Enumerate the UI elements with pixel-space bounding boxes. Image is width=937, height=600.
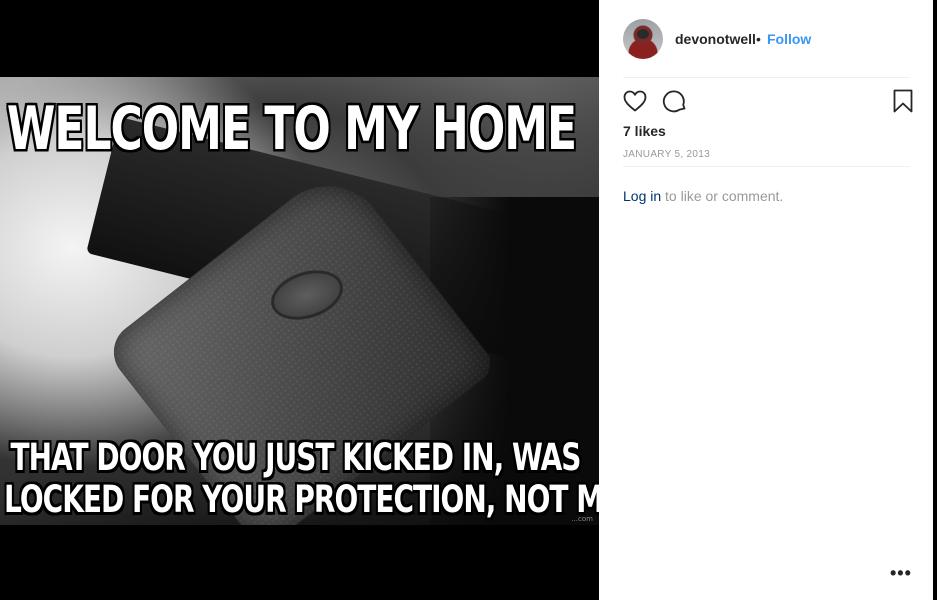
post-date: JANUARY 5, 2013 <box>623 149 710 160</box>
post-media-column: WELCOME TO MY HOME THAT DOOR YOU JUST KI… <box>0 0 599 600</box>
post-image[interactable]: WELCOME TO MY HOME THAT DOOR YOU JUST KI… <box>0 77 599 525</box>
bookmark-icon[interactable] <box>890 88 916 114</box>
meme-top-text: WELCOME TO MY HOME <box>6 95 577 164</box>
header-divider <box>623 77 910 78</box>
avatar[interactable] <box>623 19 663 59</box>
more-options-icon[interactable]: ••• <box>890 563 911 583</box>
meme-bottom-text-line2: LOCKED FOR YOUR PROTECTION, NOT MINE. <box>4 477 599 522</box>
login-link[interactable]: Log in <box>623 188 661 204</box>
post-header: devonotwell • Follow <box>599 0 933 78</box>
login-prompt: Log in to like or comment. <box>623 188 783 204</box>
image-watermark: ...com <box>571 515 593 523</box>
window-edge <box>933 0 937 600</box>
meme-bottom-text-line1: THAT DOOR YOU JUST KICKED IN, WAS <box>10 435 582 480</box>
separator-dot: • <box>756 31 761 47</box>
follow-button[interactable]: Follow <box>767 31 811 47</box>
likes-count[interactable]: 7 likes <box>623 123 666 139</box>
stats-divider <box>623 166 910 167</box>
heart-outline-icon[interactable] <box>622 88 648 114</box>
login-prompt-text: to like or comment. <box>661 188 784 204</box>
comment-bubble-icon[interactable] <box>662 88 688 114</box>
username-link[interactable]: devonotwell <box>675 31 756 47</box>
post-side-panel: devonotwell • Follow 7 likes JANUARY 5, … <box>599 0 933 600</box>
